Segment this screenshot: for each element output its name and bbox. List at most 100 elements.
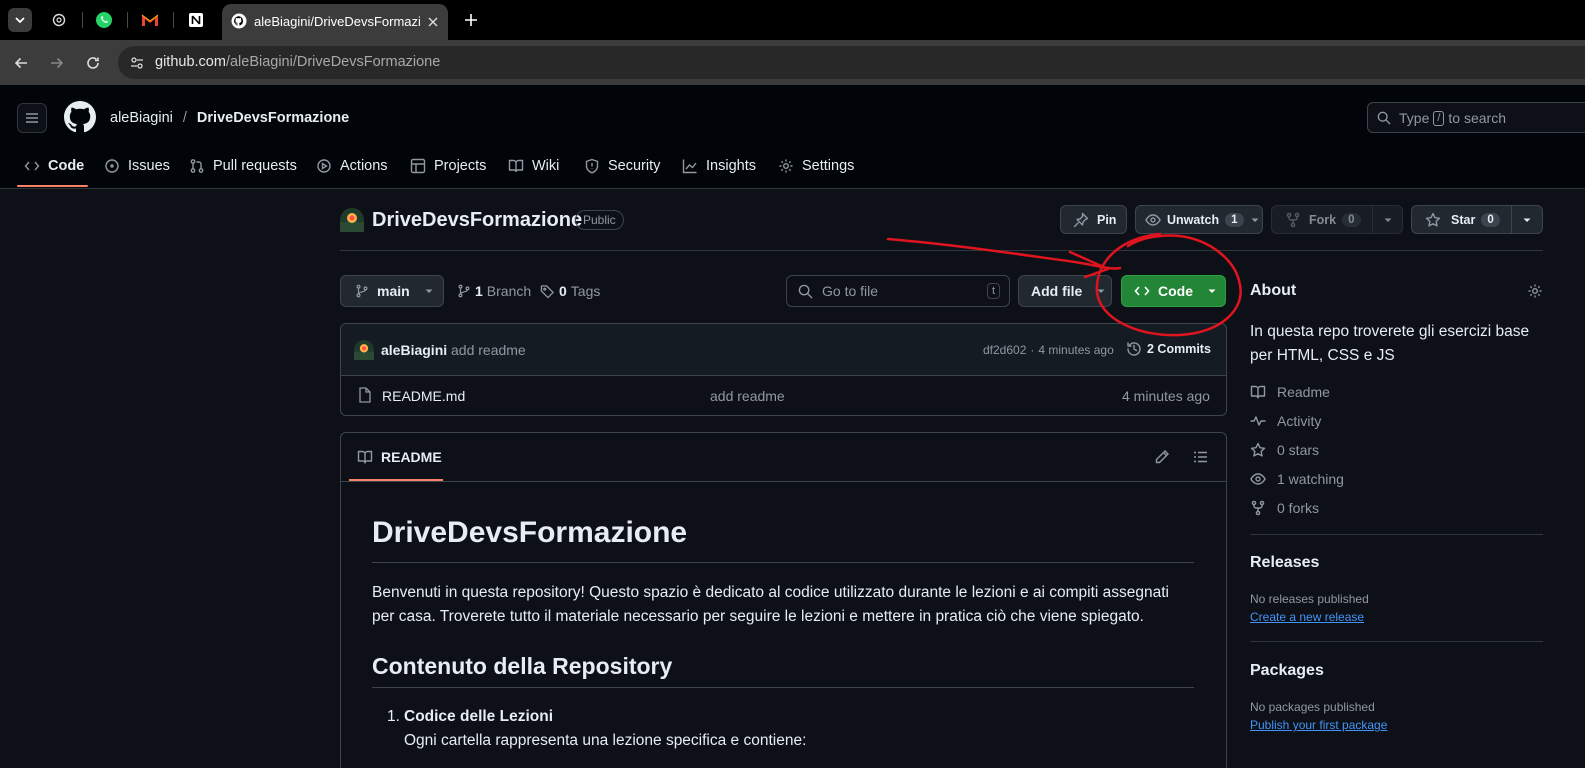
pin-button[interactable]: Pin	[1060, 205, 1127, 234]
code-icon	[1134, 286, 1150, 296]
tab-whatsapp[interactable]	[92, 8, 116, 32]
caret-down-icon	[1097, 289, 1105, 293]
forward-arrow-icon[interactable]	[49, 55, 65, 71]
search-input[interactable]: Type / to search	[1367, 102, 1585, 133]
file-commit-message[interactable]: add readme	[710, 388, 785, 404]
about-stars-link[interactable]: 0 stars	[1250, 442, 1319, 458]
commit-author[interactable]: aleBiagini	[381, 342, 447, 358]
unwatch-label: Unwatch	[1167, 212, 1220, 227]
tab-settings[interactable]: Settings	[778, 156, 854, 176]
readme-tab[interactable]: README	[357, 449, 442, 465]
code-button[interactable]: Code	[1121, 275, 1226, 307]
readme-intro: Benvenuti in questa repository! Questo s…	[372, 584, 1169, 625]
reload-icon[interactable]	[85, 55, 101, 71]
add-file-button[interactable]: Add file	[1018, 275, 1112, 307]
commits-link[interactable]: 2 Commits	[1126, 341, 1211, 357]
tab-projects[interactable]: Projects	[410, 156, 486, 176]
fork-button[interactable]: Fork 0	[1271, 205, 1403, 234]
breadcrumb-repo[interactable]: DriveDevsFormazione	[197, 110, 349, 126]
history-icon	[1127, 342, 1141, 356]
releases-title[interactable]: Releases	[1250, 554, 1319, 572]
url-text[interactable]: github.com/aleBiagini/DriveDevsFormazion…	[155, 54, 440, 70]
tags-count: 0	[559, 283, 567, 299]
site-settings-icon[interactable]	[129, 55, 145, 71]
pin-label: Pin	[1097, 212, 1117, 227]
divider	[372, 562, 1194, 563]
close-icon[interactable]	[427, 16, 439, 28]
active-tab-underline	[17, 185, 88, 187]
fork-count: 0	[1342, 212, 1361, 227]
active-tab-title: aleBiagini/DriveDevsFormazione	[254, 14, 420, 29]
go-to-file-shortcut: t	[987, 283, 1001, 299]
list-item-title: Codice delle Lezioni	[404, 708, 553, 725]
play-icon	[317, 159, 331, 173]
shield-icon	[585, 158, 599, 174]
table-icon	[410, 158, 426, 174]
add-file-label: Add file	[1031, 283, 1083, 299]
go-to-file-input[interactable]: Go to file t	[786, 275, 1010, 307]
readme-subheading: Contenuto della Repository	[372, 653, 673, 679]
caret-down-icon	[1523, 218, 1531, 222]
tab-insights[interactable]: Insights	[682, 156, 756, 176]
about-title: About	[1250, 282, 1297, 299]
tab-actions-label: Actions	[340, 158, 388, 174]
chevron-down-icon	[15, 17, 25, 24]
new-tab-plus-icon[interactable]	[463, 12, 479, 28]
divider	[340, 250, 1543, 251]
create-release-link[interactable]: Create a new release	[1250, 610, 1364, 624]
tab-actions[interactable]: Actions	[316, 156, 388, 176]
pin-icon	[1073, 212, 1089, 227]
tab-wiki-label: Wiki	[532, 158, 560, 174]
tab-notion[interactable]	[184, 8, 208, 32]
tags-link[interactable]: 0 Tags	[540, 283, 600, 299]
search-placeholder: Type / to search	[1399, 110, 1506, 126]
menu-button[interactable]	[17, 103, 47, 133]
unwatch-button[interactable]: Unwatch 1	[1135, 205, 1263, 234]
about-forks-link[interactable]: 0 forks	[1250, 500, 1319, 516]
commit-time: 4 minutes ago	[1038, 343, 1114, 357]
packages-title[interactable]: Packages	[1250, 662, 1324, 680]
breadcrumb-owner[interactable]: aleBiagini	[110, 110, 173, 126]
star-label: Star	[1451, 212, 1476, 227]
commit-author-avatar[interactable]	[354, 340, 374, 360]
tab-pull-requests-label: Pull requests	[213, 158, 297, 174]
eye-icon	[1250, 473, 1266, 485]
tab-search-button[interactable]	[8, 8, 32, 32]
browser-tab-bar: aleBiagini/DriveDevsFormazione	[0, 0, 1585, 40]
table-row[interactable]: README.md add readme 4 minutes ago	[341, 376, 1226, 415]
whatsapp-icon	[96, 12, 112, 28]
github-logo-icon[interactable]	[64, 101, 96, 133]
about-item-label: 0 stars	[1277, 442, 1320, 458]
star-count: 0	[1481, 212, 1500, 227]
pencil-icon[interactable]	[1154, 449, 1170, 465]
tab-projects-label: Projects	[434, 158, 487, 174]
commit-hash[interactable]: df2d602	[983, 343, 1026, 357]
tab-code[interactable]: Code	[24, 156, 84, 176]
tab-pull-requests[interactable]: Pull requests	[189, 156, 297, 176]
file-name[interactable]: README.md	[382, 388, 465, 404]
tab-issues[interactable]: Issues	[104, 156, 170, 176]
tab-chatgpt[interactable]	[47, 8, 71, 32]
commit-message[interactable]: add readme	[451, 342, 526, 358]
tab-github-active[interactable]: aleBiagini/DriveDevsFormazione	[222, 4, 448, 40]
tab-security[interactable]: Security	[584, 156, 660, 176]
about-activity-link[interactable]: Activity	[1250, 413, 1321, 429]
list-icon[interactable]	[1193, 449, 1209, 465]
branches-link[interactable]: 1 Branch	[457, 283, 531, 299]
branch-select[interactable]: main	[340, 275, 444, 307]
tab-gmail[interactable]	[138, 8, 162, 32]
divider	[1250, 534, 1543, 535]
about-readme-link[interactable]: Readme	[1250, 384, 1330, 400]
publish-package-link[interactable]: Publish your first package	[1250, 718, 1387, 732]
owner-avatar[interactable]	[340, 208, 364, 232]
fork-icon	[1286, 212, 1300, 227]
back-arrow-icon[interactable]	[13, 55, 29, 71]
pull-request-icon	[190, 159, 204, 173]
star-button[interactable]: Star 0	[1411, 205, 1543, 234]
visibility-badge: Public	[575, 210, 624, 230]
about-watching-link[interactable]: 1 watching	[1250, 471, 1344, 487]
readme-tab-label: README	[381, 449, 442, 465]
gear-icon[interactable]	[1527, 283, 1543, 299]
tab-wiki[interactable]: Wiki	[508, 156, 559, 176]
repo-title[interactable]: DriveDevsFormazione	[372, 209, 582, 232]
